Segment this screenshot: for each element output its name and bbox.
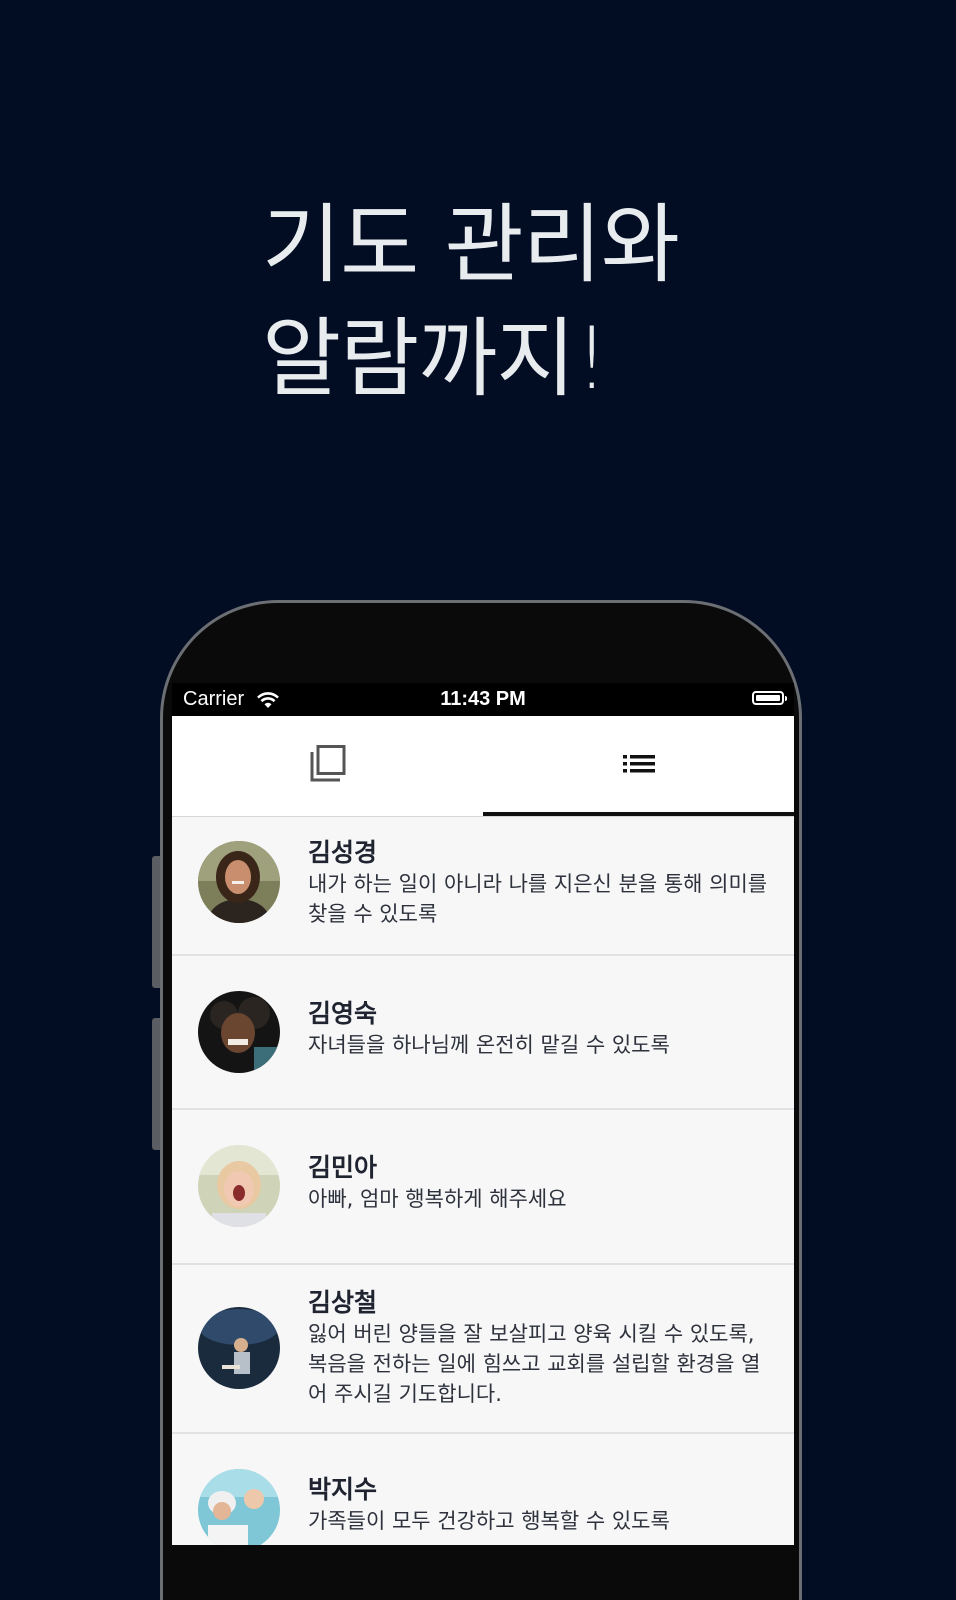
- list-item[interactable]: 김영숙 자녀들을 하나님께 온전히 맡길 수 있도록: [172, 956, 794, 1110]
- list-item[interactable]: 박지수 가족들이 모두 건강하고 행복할 수 있도록: [172, 1434, 794, 1545]
- prayer-name: 김영숙: [308, 999, 378, 1028]
- copy-icon: [308, 744, 348, 788]
- list-item[interactable]: 김민아 아빠, 엄마 행복하게 해주세요: [172, 1110, 794, 1265]
- list-item[interactable]: 김상철 잃어 버린 양들을 잘 보살피고 양육 시킬 수 있도록, 복음을 전하…: [172, 1265, 794, 1434]
- prayer-name: 김성경: [308, 838, 378, 867]
- prayer-message: 잃어 버린 양들을 잘 보살피고 양육 시킬 수 있도록, 복음을 전하는 일에…: [308, 1322, 761, 1406]
- list-icon: [622, 753, 655, 779]
- tab-cards[interactable]: [172, 716, 483, 816]
- avatar: [198, 1145, 280, 1227]
- prayer-list: 김성경 내가 하는 일이 아니라 나를 지은신 분을 통해 의미를 찾을 수 있…: [172, 817, 794, 1545]
- phone-screen: Carrier 11:43 PM 김성경 내가 하는 일이 아니라 나를 지은신…: [172, 683, 794, 1545]
- prayer-name: 김상철: [308, 1288, 378, 1317]
- prayer-message: 가족들이 모두 건강하고 행복할 수 있도록: [308, 1509, 670, 1533]
- avatar: [198, 841, 280, 923]
- status-time: 11:43 PM: [440, 688, 526, 710]
- phone-volume-down-button: [152, 1018, 160, 1150]
- prayer-message: 자녀들을 하나님께 온전히 맡길 수 있도록: [308, 1033, 670, 1057]
- list-item[interactable]: 김성경 내가 하는 일이 아니라 나를 지은신 분을 통해 의미를 찾을 수 있…: [172, 817, 794, 956]
- avatar: [198, 1469, 280, 1545]
- tab-bar: [172, 716, 794, 817]
- headline-line-1: 기도 관리와: [262, 195, 680, 295]
- avatar: [198, 1307, 280, 1389]
- prayer-name: 박지수: [308, 1475, 378, 1504]
- prayer-message: 아빠, 엄마 행복하게 해주세요: [308, 1187, 567, 1211]
- tab-list[interactable]: [483, 716, 794, 816]
- phone-volume-up-button: [152, 856, 160, 988]
- avatar: [198, 991, 280, 1073]
- prayer-name: 김민아: [308, 1153, 378, 1182]
- battery-icon: [752, 691, 787, 705]
- headline: 기도 관리와 알람까지!: [262, 188, 680, 416]
- status-bar: Carrier 11:43 PM: [172, 683, 794, 716]
- prayer-message: 내가 하는 일이 아니라 나를 지은신 분을 통해 의미를 찾을 수 있도록: [308, 872, 768, 926]
- headline-line-2: 알람까지!: [262, 309, 609, 409]
